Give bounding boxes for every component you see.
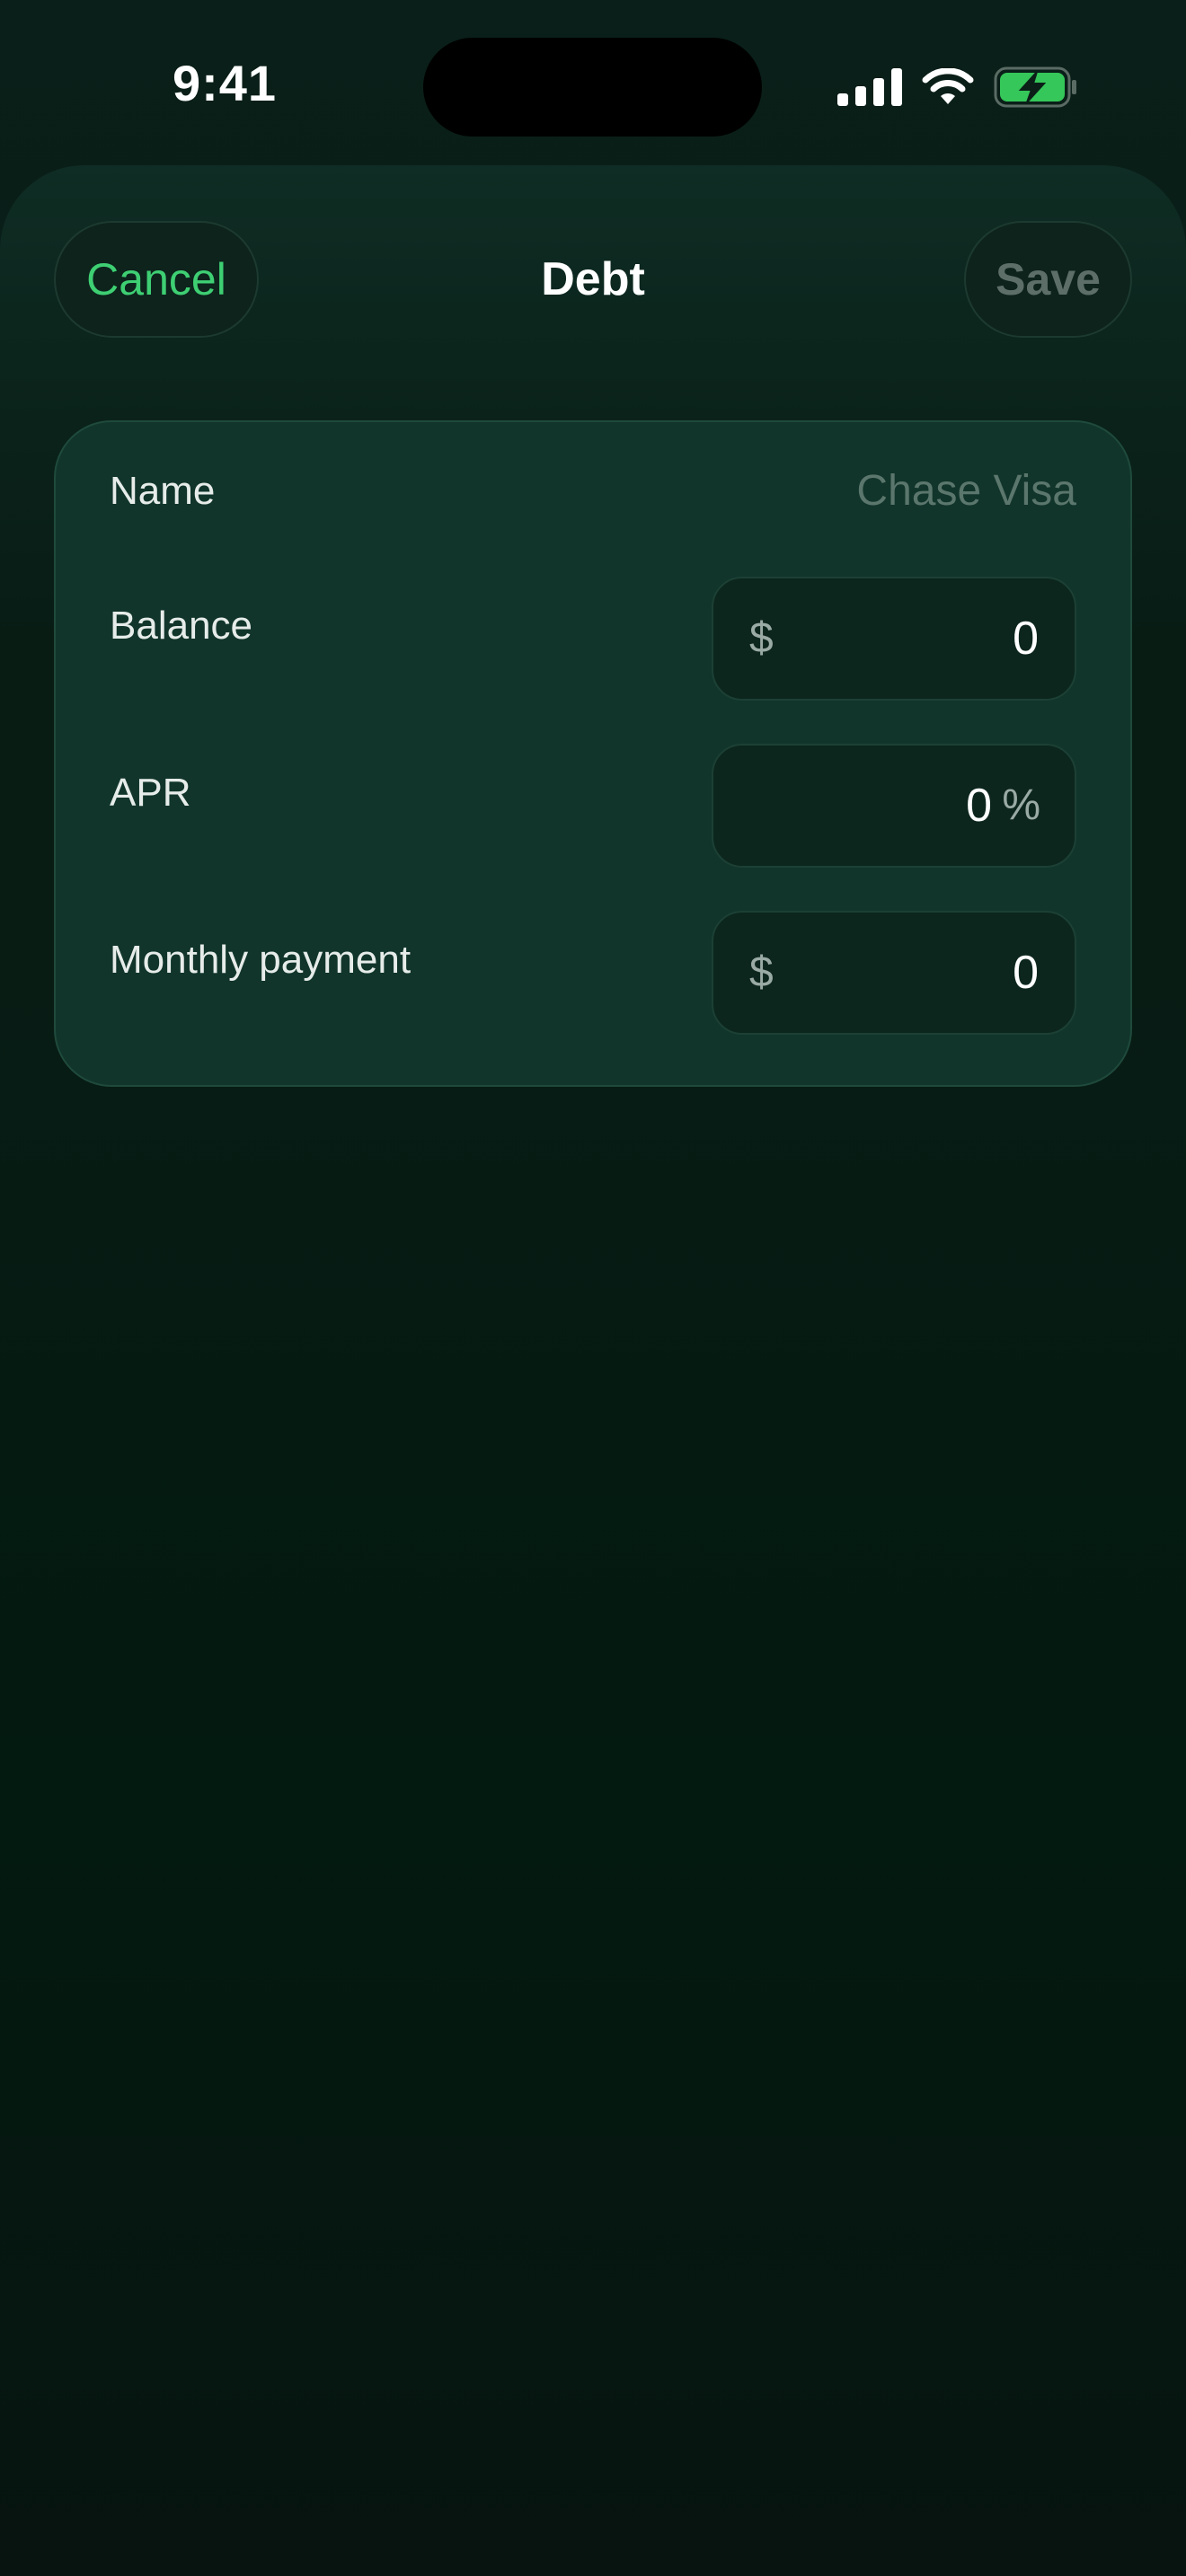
dynamic-island (423, 38, 762, 137)
name-input[interactable] (627, 462, 1076, 519)
name-label: Name (110, 469, 216, 513)
debt-sheet: Cancel Debt Save Name Balance $ APR % Mo… (0, 165, 1186, 2576)
cancel-button[interactable]: Cancel (54, 221, 259, 338)
balance-input[interactable] (805, 578, 1039, 699)
balance-field[interactable]: $ (712, 577, 1076, 701)
status-bar: 9:41 (0, 0, 1186, 171)
apr-input[interactable] (758, 745, 992, 866)
sheet-title: Debt (541, 253, 645, 305)
apr-label: APR (110, 771, 191, 815)
payment-currency-symbol: $ (749, 948, 774, 996)
cellular-signal-icon (837, 68, 902, 106)
wifi-icon (922, 68, 974, 104)
apr-percent-symbol: % (1002, 781, 1040, 829)
save-button[interactable]: Save (964, 221, 1132, 338)
balance-label: Balance (110, 604, 253, 648)
monthly-payment-input[interactable] (805, 913, 1039, 1033)
balance-currency-symbol: $ (749, 614, 774, 662)
apr-field[interactable]: % (712, 744, 1076, 868)
monthly-payment-field[interactable]: $ (712, 911, 1076, 1035)
status-time: 9:41 (172, 55, 278, 111)
battery-charging-icon (994, 66, 1076, 108)
debt-form-card: Name Balance $ APR % Monthly payment $ (54, 420, 1132, 1087)
status-icons (837, 65, 1078, 110)
monthly-payment-label: Monthly payment (110, 938, 412, 982)
